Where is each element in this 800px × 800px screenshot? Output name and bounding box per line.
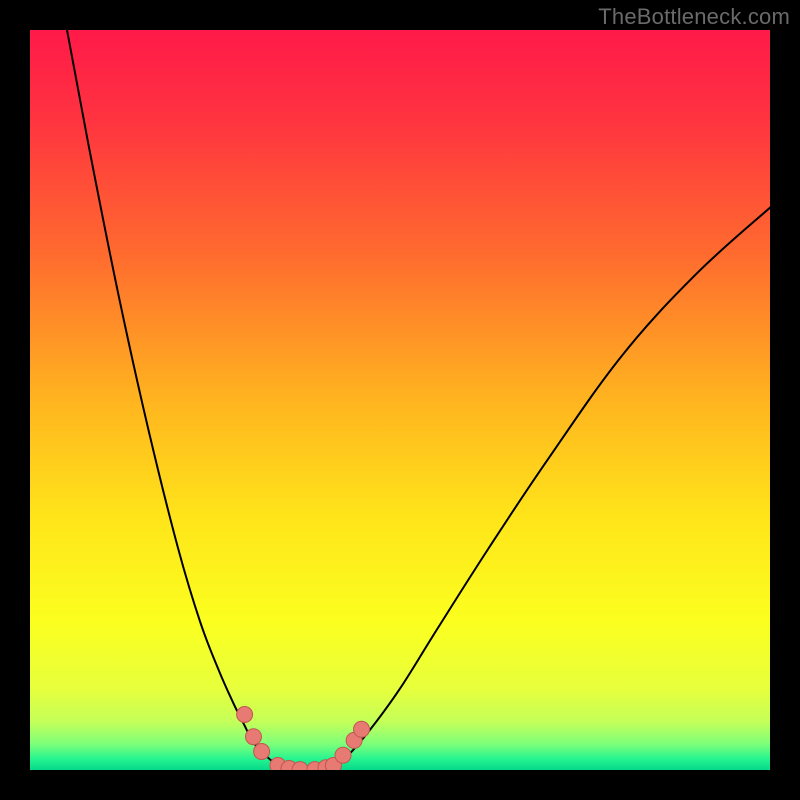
data-marker <box>354 721 370 737</box>
data-marker <box>245 729 261 745</box>
plot-area <box>30 30 770 770</box>
data-marker <box>237 707 253 723</box>
chart-frame: TheBottleneck.com <box>0 0 800 800</box>
bottleneck-curve-chart <box>30 30 770 770</box>
data-marker <box>254 744 270 760</box>
watermark-text: TheBottleneck.com <box>598 4 790 30</box>
data-marker <box>335 747 351 763</box>
